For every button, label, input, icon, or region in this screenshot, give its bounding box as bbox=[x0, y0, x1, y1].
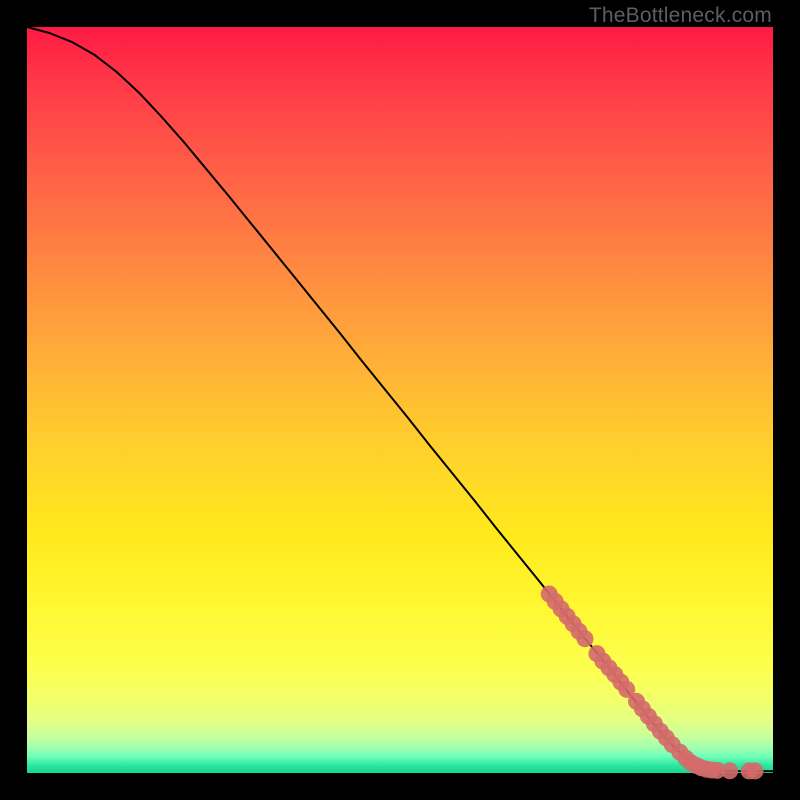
watermark-text: TheBottleneck.com bbox=[589, 4, 772, 28]
chart-overlay bbox=[27, 27, 773, 773]
marker-point bbox=[747, 762, 764, 779]
marker-point bbox=[577, 630, 594, 647]
chart-frame: TheBottleneck.com bbox=[0, 0, 800, 800]
marker-point bbox=[721, 762, 738, 779]
curve-line bbox=[27, 27, 773, 771]
marker-group bbox=[541, 586, 764, 780]
